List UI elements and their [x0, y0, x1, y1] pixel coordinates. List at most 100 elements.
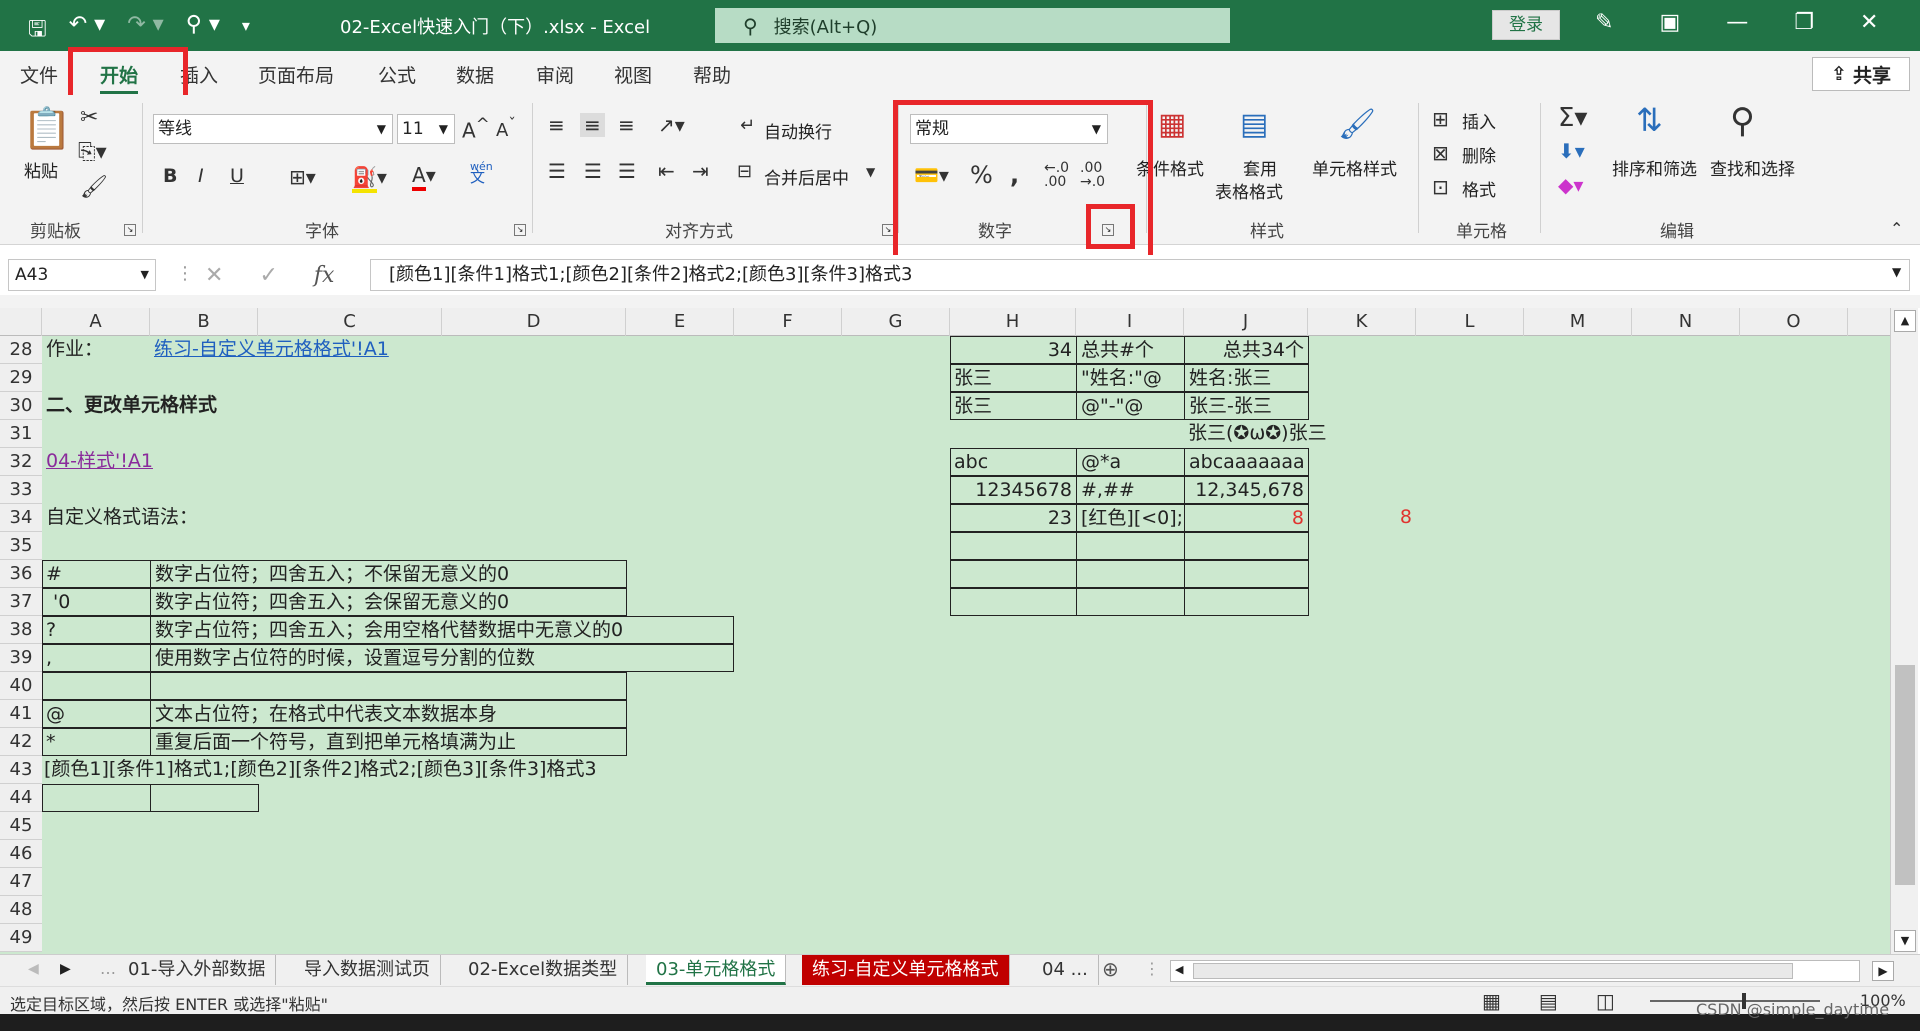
- next-sheet-icon[interactable]: ▶: [60, 961, 71, 977]
- find-select-icon[interactable]: ⚲: [1730, 101, 1755, 141]
- cell-b44[interactable]: [150, 784, 259, 812]
- paste-icon[interactable]: 📋: [22, 105, 72, 152]
- insert-cells-icon[interactable]: ⊞: [1432, 107, 1449, 131]
- page-break-view-icon[interactable]: ◫: [1596, 989, 1615, 1013]
- row-header[interactable]: 32: [0, 448, 42, 476]
- tab-data[interactable]: 数据: [456, 61, 494, 88]
- redo-icon[interactable]: ↷ ▾: [127, 12, 163, 50]
- cell-i37[interactable]: [1076, 588, 1185, 616]
- cell-b42[interactable]: 重复后面一个符号，直到把单元格填满为止: [150, 728, 627, 756]
- cell-a36[interactable]: #: [42, 560, 151, 588]
- decrease-indent-icon[interactable]: ⇤: [658, 159, 675, 183]
- row-header[interactable]: 36: [0, 560, 42, 588]
- row-header[interactable]: 33: [0, 476, 42, 504]
- column-header[interactable]: E: [626, 308, 734, 336]
- merge-center-icon[interactable]: ⊟: [737, 161, 752, 182]
- cell-b37[interactable]: 数字占位符；四舍五入；会保留无意义的0: [150, 588, 627, 616]
- cell-j37[interactable]: [1184, 588, 1309, 616]
- sheet-tab[interactable]: 02-Excel数据类型: [458, 955, 629, 985]
- chevron-down-icon[interactable]: ▼: [866, 165, 875, 179]
- bold-button[interactable]: B: [163, 165, 177, 187]
- row-header[interactable]: 43: [0, 756, 42, 784]
- column-header[interactable]: A: [42, 308, 150, 336]
- sort-filter-icon[interactable]: ⇅: [1636, 101, 1663, 139]
- row-header[interactable]: 47: [0, 868, 42, 896]
- cell-a40[interactable]: [42, 672, 151, 700]
- copy-icon[interactable]: ⎘▾: [78, 140, 107, 165]
- cancel-icon[interactable]: ✕: [205, 263, 223, 288]
- close-icon[interactable]: ✕: [1860, 10, 1878, 35]
- cell-i29[interactable]: "姓名:"@: [1076, 364, 1185, 392]
- row-header[interactable]: 28: [0, 336, 42, 364]
- tab-file[interactable]: 文件: [20, 61, 58, 88]
- align-top-icon[interactable]: ≡: [548, 113, 565, 137]
- font-launcher-icon[interactable]: ↘: [514, 224, 526, 236]
- scroll-down-icon[interactable]: ▼: [1894, 930, 1916, 952]
- orientation-icon[interactable]: ↗▾: [658, 113, 685, 137]
- cell-h29[interactable]: 张三: [950, 364, 1077, 392]
- decrease-font-icon[interactable]: Aˇ: [496, 115, 516, 141]
- add-sheet-icon[interactable]: ⊕: [1102, 957, 1119, 981]
- fill-icon[interactable]: ⬇▾: [1558, 139, 1585, 163]
- enter-icon[interactable]: ✓: [259, 263, 277, 288]
- borders-icon[interactable]: ⊞▾: [289, 165, 316, 189]
- row-header[interactable]: 40: [0, 672, 42, 700]
- align-left-icon[interactable]: ☰: [548, 159, 566, 183]
- font-color-icon[interactable]: A▾: [412, 163, 436, 191]
- tab-view[interactable]: 视图: [614, 61, 652, 88]
- cell-j35[interactable]: [1184, 532, 1309, 560]
- touch-mode-icon[interactable]: ⚲ ▾: [186, 12, 220, 50]
- format-as-table-line1[interactable]: 套用: [1243, 155, 1277, 180]
- column-header[interactable]: F: [734, 308, 842, 336]
- column-header[interactable]: K: [1308, 308, 1416, 336]
- tab-formulas[interactable]: 公式: [378, 61, 416, 88]
- wrap-text-button[interactable]: 自动换行: [764, 118, 832, 143]
- prev-sheet-icon[interactable]: ◀: [28, 961, 39, 977]
- align-middle-icon[interactable]: ≡: [580, 113, 605, 137]
- fill-color-icon[interactable]: ⛽▾: [352, 165, 387, 193]
- cell-a37[interactable]: '0: [42, 588, 151, 616]
- row-header[interactable]: 46: [0, 840, 42, 868]
- save-icon[interactable]: 🖫: [28, 12, 47, 50]
- format-painter-icon[interactable]: 🖌: [80, 175, 108, 200]
- increase-indent-icon[interactable]: ⇥: [692, 159, 709, 183]
- column-header[interactable]: C: [258, 308, 442, 336]
- cell-j31[interactable]: 张三(✪ω✪)张三: [1188, 420, 1327, 448]
- page-layout-view-icon[interactable]: ▤: [1539, 989, 1558, 1013]
- cell-h33[interactable]: 12345678: [950, 476, 1077, 504]
- column-header[interactable]: I: [1076, 308, 1184, 336]
- row-header[interactable]: 35: [0, 532, 42, 560]
- cell-b41[interactable]: 文本占位符；在格式中代表文本数据本身: [150, 700, 627, 728]
- cell-h34[interactable]: 23: [950, 504, 1077, 532]
- cell-j36[interactable]: [1184, 560, 1309, 588]
- cell-styles-icon[interactable]: 🖌: [1338, 107, 1376, 142]
- autosum-icon[interactable]: Σ▾: [1558, 103, 1587, 133]
- row-header[interactable]: 42: [0, 728, 42, 756]
- cell-i32[interactable]: @*a: [1076, 448, 1185, 476]
- worksheet-grid[interactable]: 28 29 30 31 32 33 34 35 36 37 38 39 40 4…: [0, 336, 1890, 954]
- row-header[interactable]: 44: [0, 784, 42, 812]
- cell-a42[interactable]: *: [42, 728, 151, 756]
- cell-a41[interactable]: @: [42, 700, 151, 728]
- customize-qat-icon[interactable]: ▾: [242, 12, 250, 50]
- cell-k34[interactable]: 8: [1308, 504, 1416, 532]
- row-header[interactable]: 45: [0, 812, 42, 840]
- cell-b38[interactable]: 数字占位符；四舍五入；会用空格代替数据中无意义的0: [150, 616, 734, 644]
- cell-a38[interactable]: ?: [42, 616, 151, 644]
- column-header[interactable]: L: [1416, 308, 1524, 336]
- find-select-button[interactable]: 查找和选择: [1710, 155, 1795, 180]
- cell-a34[interactable]: 自定义格式语法：: [46, 504, 198, 532]
- cell-j34[interactable]: 8: [1184, 504, 1309, 532]
- cell-h30[interactable]: 张三: [950, 392, 1077, 420]
- sheet-tab-active[interactable]: 03-单元格格式: [646, 955, 787, 985]
- align-center-icon[interactable]: ☰: [584, 159, 602, 183]
- cell-b39[interactable]: 使用数字占位符的时候，设置逗号分割的位数: [150, 644, 734, 672]
- underline-button[interactable]: U: [230, 165, 244, 187]
- cell-j30[interactable]: 张三-张三: [1184, 392, 1309, 420]
- align-bottom-icon[interactable]: ≡: [618, 113, 635, 137]
- paste-button[interactable]: 粘贴: [24, 157, 58, 182]
- cell-j29[interactable]: 姓名:张三: [1184, 364, 1309, 392]
- cell-a43[interactable]: [颜色1][条件1]格式1;[颜色2][条件2]格式2;[颜色3][条件3]格式…: [44, 756, 597, 784]
- formula-input[interactable]: [颜色1][条件1]格式1;[颜色2][条件2]格式2;[颜色3][条件3]格式…: [370, 259, 1910, 291]
- sheet-tab[interactable]: 导入数据测试页: [294, 955, 441, 985]
